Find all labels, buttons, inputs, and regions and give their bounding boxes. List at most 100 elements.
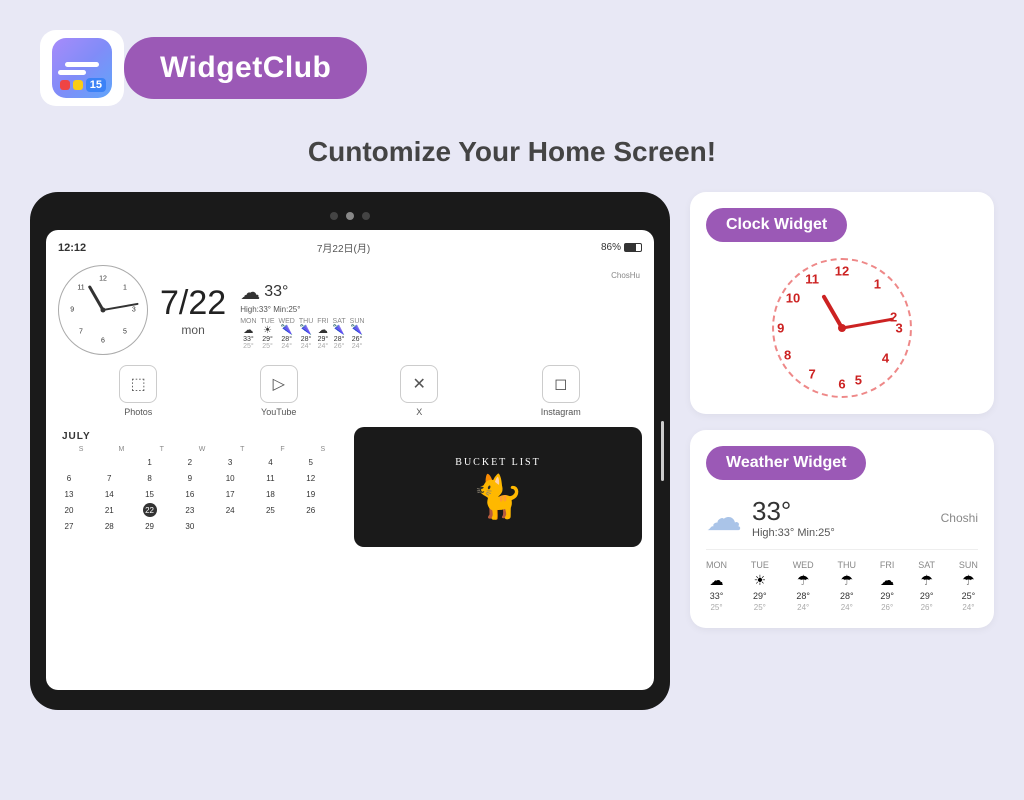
app-icon-item[interactable]: ▷ YouTube — [260, 365, 298, 417]
calendar-day: 24 — [223, 503, 237, 517]
weather-left: ☁ 33° High:33° Min:25° — [706, 496, 835, 539]
app-icon-item[interactable]: ⬚ Photos — [119, 365, 157, 417]
calendar-day: 18 — [263, 487, 277, 501]
calendar-day: 15 — [143, 487, 157, 501]
bucket-cats-icon: 🐈 — [472, 476, 524, 518]
weather-cloud-icon: ☁ — [706, 497, 742, 539]
calendar-day: 4 — [263, 455, 277, 469]
calendar-day: 1 — [143, 455, 157, 469]
weather-high-low: High:33° Min:25° — [752, 527, 835, 539]
screen-bottom: JULY SMTWTFS 123456789101112131415161718… — [58, 427, 642, 547]
calendar-header: W — [183, 446, 221, 453]
clock-center — [838, 324, 846, 332]
tablet-mockup: 12:12 7月22日(月) 86% 12 1 3 5 6 7 9 — [30, 192, 670, 710]
cam-dot — [330, 212, 338, 220]
calendar-day: 6 — [62, 471, 76, 485]
calendar-day: 7 — [102, 471, 116, 485]
calendar-day: 3 — [223, 455, 237, 469]
tablet-clock-widget: 12 1 3 5 6 7 9 11 — [58, 265, 148, 355]
weather-day-col: WED☂28°24° — [793, 560, 814, 612]
app-icon-box: ✕ — [400, 365, 438, 403]
weather-widget-title: Weather Widget — [706, 446, 866, 480]
clock-center-dot — [101, 308, 106, 313]
app-icon-item[interactable]: ✕X — [400, 365, 438, 417]
tablet-screen: 12:12 7月22日(月) 86% 12 1 3 5 6 7 9 — [46, 230, 654, 690]
calendar-header: F — [263, 446, 301, 453]
calendar-day: 8 — [143, 471, 157, 485]
calendar-day — [62, 455, 76, 469]
app-icon-label: YouTube — [261, 407, 296, 417]
weather-day-col: MON☁33°25° — [706, 560, 727, 612]
screen-time: 12:12 — [58, 242, 86, 254]
tablet-weather-widget: ChosHu ☁ 33° High:33° Min:25° MON☁33°25°… — [238, 269, 642, 352]
weather-widget-card: Weather Widget ☁ 33° High:33° Min:25° Ch… — [690, 430, 994, 628]
calendar-month: JULY — [62, 431, 342, 442]
app-icon-label: Photos — [124, 407, 152, 417]
calendar-grid: SMTWTFS 12345678910111213141516171819202… — [62, 446, 342, 533]
calendar-day: 16 — [183, 487, 197, 501]
calendar-header: S — [62, 446, 100, 453]
calendar-day — [102, 455, 116, 469]
cam-dot — [362, 212, 370, 220]
weather-day-col: SAT🌂28°26° — [333, 318, 346, 350]
calendar-day: 9 — [183, 471, 197, 485]
logo-icon: 15 — [52, 38, 112, 98]
bucket-widget: Bucket List 🐈 — [354, 427, 642, 547]
right-panel: Clock Widget 12 1 2 3 4 5 6 7 8 9 10 11 — [690, 192, 994, 628]
brand-pill: WidgetClub — [124, 37, 367, 99]
calendar-header: T — [143, 446, 181, 453]
tablet-camera — [46, 212, 654, 220]
calendar-header: T — [223, 446, 261, 453]
weather-day-col: FRI☁29°26° — [880, 560, 895, 612]
app-icon-box: ⬚ — [119, 365, 157, 403]
weather-day-col: SAT☂29°26° — [918, 560, 935, 612]
app-icon-item[interactable]: ◻ Instagram — [541, 365, 581, 417]
analog-clock: 12 1 2 3 4 5 6 7 8 9 10 11 — [772, 258, 912, 398]
calendar-day: 26 — [304, 503, 318, 517]
weather-temp: 33° — [264, 283, 288, 301]
app-icons-row: ⬚Photos▷YouTube✕X◻Instagram — [58, 365, 642, 417]
calendar-header: S — [304, 446, 342, 453]
tablet-weather-days: MON☁33°25°TUE☀29°25°WED🌂28°24°THU🌂28°24°… — [240, 318, 640, 350]
weather-day-col: SUN☂25°24° — [959, 560, 978, 612]
calendar-day: 19 — [304, 487, 318, 501]
logo-number: 15 — [86, 78, 106, 92]
tablet-date-widget: 7/22 mon — [160, 284, 226, 337]
calendar-day: 5 — [304, 455, 318, 469]
logo-container: 15 — [40, 30, 124, 106]
calendar-day: 17 — [223, 487, 237, 501]
app-icon-box: ◻ — [542, 365, 580, 403]
weather-main-row: ☁ 33° High:33° Min:25° Choshi — [706, 496, 978, 539]
screen-topbar: 12:12 7月22日(月) 86% — [58, 240, 642, 255]
calendar-day: 25 — [263, 503, 277, 517]
bucket-title: Bucket List — [455, 457, 540, 468]
app-icon-box: ▷ — [260, 365, 298, 403]
brand-name: WidgetClub — [160, 51, 331, 84]
calendar-day: 2 — [183, 455, 197, 469]
clock-widget-card: Clock Widget 12 1 2 3 4 5 6 7 8 9 10 11 — [690, 192, 994, 414]
calendar-day: 22 — [143, 503, 157, 517]
calendar-day: 20 — [62, 503, 76, 517]
app-icon-label: X — [416, 407, 422, 417]
cam-dot — [346, 212, 354, 220]
header: 15 WidgetClub — [0, 0, 1024, 126]
calendar-day: 12 — [304, 471, 318, 485]
weather-day-col: TUE☀29°25° — [261, 318, 275, 350]
calendar-day: 11 — [263, 471, 277, 485]
clock-minute-hand — [842, 317, 894, 329]
weather-day-col: WED🌂28°24° — [279, 318, 295, 350]
screen-date-kanji: 7月22日(月) — [317, 240, 370, 255]
main-content: 12:12 7月22日(月) 86% 12 1 3 5 6 7 9 — [0, 192, 1024, 710]
weather-days-row: MON☁33°25°TUE☀29°25°WED☂28°24°THU☂28°24°… — [706, 549, 978, 612]
calendar-day: 14 — [102, 487, 116, 501]
cloud-icon: ☁ — [240, 280, 260, 305]
calendar-day: 23 — [183, 503, 197, 517]
calendar-header: M — [102, 446, 140, 453]
calendar-widget: JULY SMTWTFS 123456789101112131415161718… — [58, 427, 346, 547]
calendar-day: 30 — [183, 519, 197, 533]
app-icon-label: Instagram — [541, 407, 581, 417]
weather-location: Choshi — [941, 511, 978, 525]
calendar-day: 21 — [102, 503, 116, 517]
page-tagline: Cuntomize Your Home Screen! — [0, 136, 1024, 168]
screen-battery: 86% — [601, 242, 642, 253]
